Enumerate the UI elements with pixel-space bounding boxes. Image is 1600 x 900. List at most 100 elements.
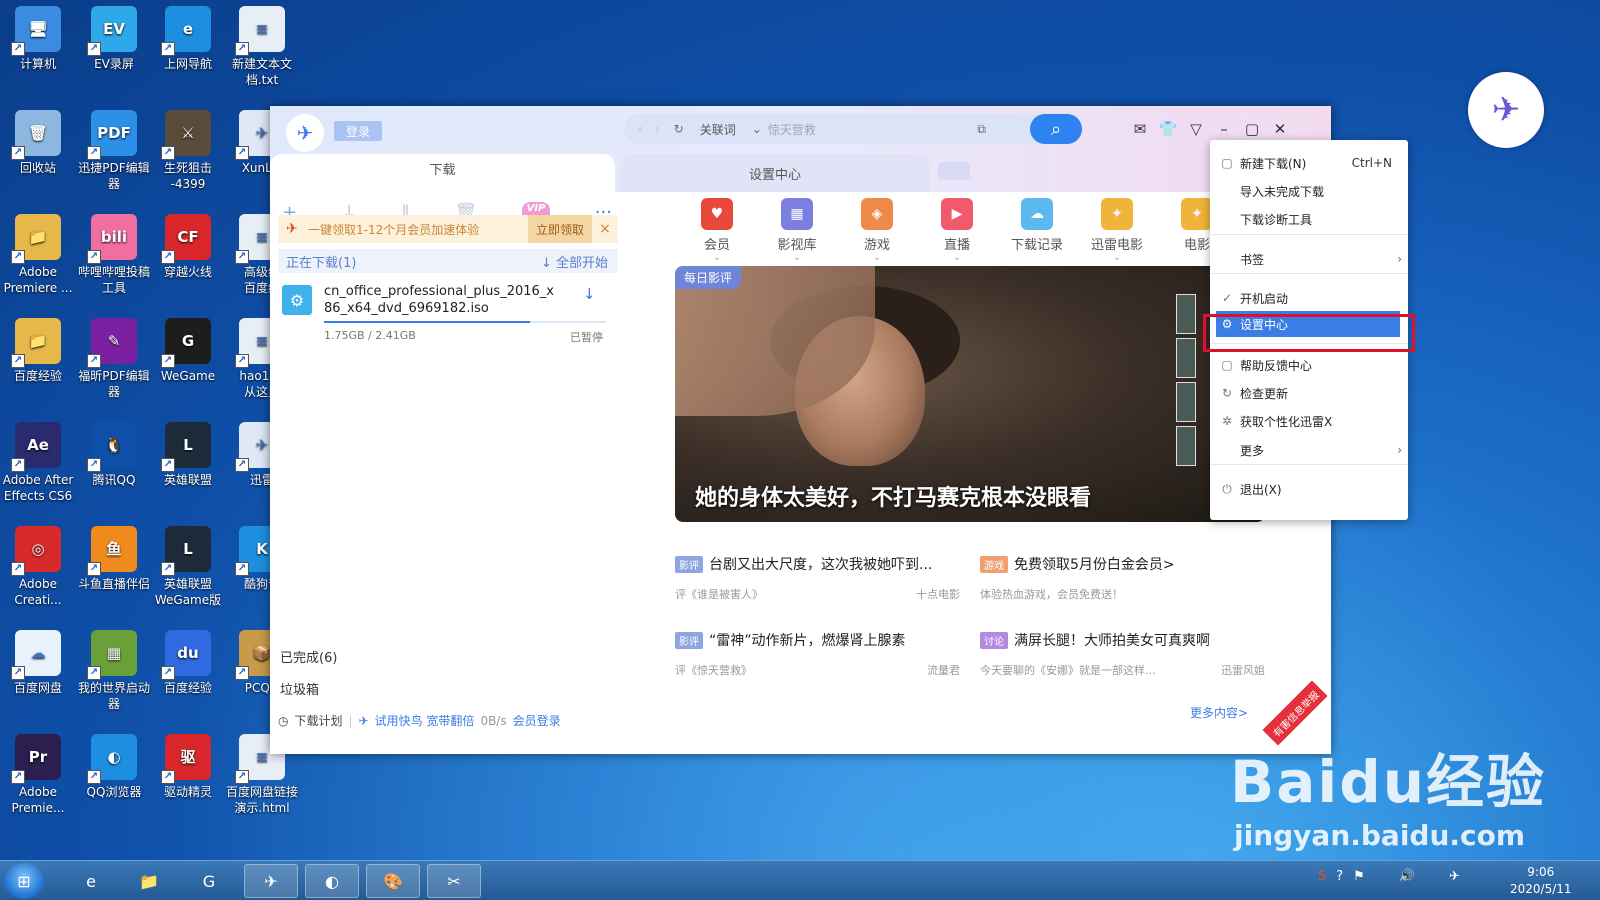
category-item[interactable]: ◈ 游戏 ⌄ <box>850 198 904 263</box>
mail-icon[interactable]: ✉ <box>1130 120 1150 138</box>
tool-taskbar-icon[interactable]: ✂ <box>427 864 481 898</box>
news-item[interactable]: 游戏 免费领取5月份白金会员> 体验热血游戏，会员免费送！ <box>980 554 1265 602</box>
desktop-icon-label: 上网导航 <box>163 57 212 71</box>
desktop-icon[interactable]: 🐧 ↗ 腾讯QQ <box>76 422 152 488</box>
desktop-icon[interactable]: 驱 ↗ 驱动精灵 <box>150 734 226 800</box>
wegame-taskbar-icon[interactable]: G <box>182 864 236 898</box>
menu-item[interactable]: 下载诊断工具 <box>1210 206 1408 232</box>
completed-item[interactable]: 已完成(6) <box>280 647 337 666</box>
desktop-icon[interactable]: G ↗ WeGame <box>150 318 226 384</box>
category-item[interactable]: ▶ 直播 ⌄ <box>930 198 984 263</box>
tab-download[interactable]: 下载 <box>270 154 615 192</box>
desktop-icon[interactable]: ◎ ↗ Adobe Creati... <box>0 526 76 608</box>
back-icon[interactable]: ‹ <box>638 122 643 136</box>
desktop-icon[interactable]: CF ↗ 穿越火线 <box>150 214 226 280</box>
menu-icon[interactable]: ▽ <box>1186 120 1206 138</box>
member-login-link[interactable]: 会员登录 <box>513 712 561 729</box>
menu-item[interactable]: 导入未完成下载 <box>1210 178 1408 204</box>
start-button[interactable]: ⊞ <box>4 863 44 899</box>
promo-claim-button[interactable]: 立即领取 <box>527 215 592 243</box>
category-item[interactable]: ♥ 会员 ⌄ <box>690 198 744 263</box>
thumbnail[interactable] <box>1176 426 1196 466</box>
desktop-icon[interactable]: Pr ↗ Adobe Premie... <box>0 734 76 816</box>
maximize-button[interactable]: ▢ <box>1242 120 1262 138</box>
menu-item[interactable]: 更多 › <box>1210 437 1408 463</box>
ie-taskbar-icon[interactable]: e <box>64 864 118 898</box>
system-tray: S ? ⚑ 🔊 ✈ <box>1318 869 1460 884</box>
search-button[interactable]: ⌕ <box>1030 114 1082 144</box>
explorer-taskbar-icon[interactable]: 📁 <box>122 864 176 898</box>
desktop-icon[interactable]: ◐ ↗ QQ浏览器 <box>76 734 152 800</box>
tab-settings[interactable]: 设置中心 <box>620 154 930 192</box>
xunlei-tray-icon[interactable]: ✈ <box>1449 869 1460 884</box>
menu-item[interactable]: ✲ 获取个性化迅雷X <box>1210 408 1408 434</box>
start-all-button[interactable]: ↓ 全部开始 <box>541 252 608 271</box>
fast-bird-link[interactable]: 试用快鸟 宽带翻倍 <box>375 712 475 729</box>
download-plan-link[interactable]: 下载计划 <box>294 712 342 729</box>
forward-icon[interactable]: › <box>655 122 660 136</box>
more-content-link[interactable]: 更多内容> <box>1190 704 1248 721</box>
menu-item[interactable]: ↻ 检查更新 <box>1210 380 1408 406</box>
category-item[interactable]: ☁ 下载记录 <box>1010 198 1064 263</box>
paint-taskbar-icon[interactable]: 🎨 <box>366 864 420 898</box>
desktop-icon[interactable]: 鱼 ↗ 斗鱼直播伴侣 <box>76 526 152 592</box>
desktop-icon[interactable]: L ↗ 英雄联盟 WeGame版 <box>150 526 226 608</box>
category-item[interactable]: ▦ 影视库 ⌄ <box>770 198 824 263</box>
login-button[interactable]: 登录 <box>334 121 382 141</box>
download-task[interactable]: ⚙ cn_office_professional_plus_2016_x86_x… <box>278 281 618 351</box>
desktop-app-icon: ⚔ ↗ <box>161 110 211 160</box>
promo-close-button[interactable]: × <box>592 221 618 237</box>
menu-item[interactable]: ✓ 开机启动 <box>1210 285 1408 311</box>
category-item[interactable]: ✦ 迅雷电影 ⌄ <box>1090 198 1144 263</box>
desktop-icon[interactable]: L ↗ 英雄联盟 <box>150 422 226 488</box>
news-item[interactable]: 讨论 满屏长腿！大师拍美女可真爽啊 今天要聊的《安娜》就是一部这样... 迅雷风姐 <box>980 630 1265 678</box>
desktop-icon[interactable]: PDF ↗ 迅捷PDF编辑 器 <box>76 110 152 192</box>
network-icon[interactable]: ⚑ <box>1353 869 1365 884</box>
volume-icon[interactable]: 🔊 <box>1399 869 1415 884</box>
thumbnail[interactable] <box>1176 382 1196 422</box>
minimize-button[interactable]: – <box>1214 120 1234 138</box>
clock[interactable]: 9:06 2020/5/11 <box>1510 864 1572 898</box>
desktop-icon[interactable]: bili ↗ 哔哩哔哩投稿 工具 <box>76 214 152 296</box>
banner-caption[interactable]: 她的身体太美好，不打马赛克根本没眼看 <box>695 480 1091 512</box>
new-tab-button[interactable] <box>938 162 970 180</box>
desktop-icon[interactable]: du ↗ 百度经验 <box>150 630 226 696</box>
copy-link-icon[interactable]: ⧉ <box>977 122 986 137</box>
thumbnail[interactable] <box>1176 294 1196 334</box>
news-item[interactable]: 影评 “雷神”动作新片，燃爆肾上腺素 评《惊天营救》 流量君 <box>675 630 960 678</box>
desktop-icon[interactable]: 📁 ↗ 百度经验 <box>0 318 76 384</box>
desktop-icon[interactable]: ✎ ↗ 福昕PDF编辑 器 <box>76 318 152 400</box>
desktop-icon[interactable]: ▦ ↗ 我的世界启动 器 <box>76 630 152 712</box>
trash-item[interactable]: 垃圾箱 <box>280 679 319 698</box>
desktop-icon[interactable]: EV ↗ EV录屏 <box>76 6 152 72</box>
desktop-icon[interactable]: 🖥 ↗ 计算机 <box>0 6 76 72</box>
desktop-icon[interactable]: 📁 ↗ Adobe Premiere ... <box>0 214 76 296</box>
menu-item[interactable]: ▢ 帮助反馈中心 <box>1210 352 1408 378</box>
skin-icon[interactable]: 👕 <box>1158 120 1178 138</box>
desktop-icon[interactable]: ☁ ↗ 百度网盘 <box>0 630 76 696</box>
search-bar[interactable]: ‹ › ↻ 关联词 ⌄ 惊天营救 ⧉ <box>624 114 1056 144</box>
desktop-icon[interactable]: ⚔ ↗ 生死狙击 -4399 <box>150 110 226 192</box>
resume-icon[interactable]: ↓ <box>583 285 596 303</box>
news-item[interactable]: 影评 台剧又出大尺度，这次我被她吓到... 评《谁是被害人》 十点电影 <box>675 554 960 602</box>
refresh-icon[interactable]: ↻ <box>674 122 684 136</box>
qqbrowser-taskbar-icon[interactable]: ◐ <box>305 864 359 898</box>
xunlei-taskbar-icon[interactable]: ✈ <box>244 864 298 898</box>
menu-item[interactable]: 书签 › <box>1210 246 1408 272</box>
desktop-icon[interactable]: e ↗ 上网导航 <box>150 6 226 72</box>
desktop-icon-label: Adobe Premie... <box>11 785 65 815</box>
assoc-label[interactable]: 关联词 <box>700 121 736 138</box>
help-icon[interactable]: ? <box>1336 869 1343 884</box>
menu-item[interactable]: ⏻ 退出(X) <box>1210 476 1408 502</box>
desktop-icon[interactable]: Ae ↗ Adobe After Effects CS6 <box>0 422 76 504</box>
menu-item[interactable]: ▢ 新建下载(N) Ctrl+N <box>1210 150 1408 176</box>
desktop-icon[interactable]: ≡ ↗ 新建文本文 档.txt <box>224 6 300 88</box>
sogou-icon[interactable]: S <box>1318 869 1326 884</box>
thumbnail[interactable] <box>1176 338 1196 378</box>
close-button[interactable]: ✕ <box>1270 120 1290 138</box>
downloading-title[interactable]: 正在下载(1) <box>286 252 356 271</box>
desktop-icon[interactable]: 🗑 ↗ 回收站 <box>0 110 76 176</box>
search-input[interactable]: 惊天营救 <box>768 121 816 138</box>
chevron-down-icon[interactable]: ⌄ <box>752 122 762 136</box>
xunlei-floating-icon[interactable]: ✈ <box>1468 72 1544 148</box>
